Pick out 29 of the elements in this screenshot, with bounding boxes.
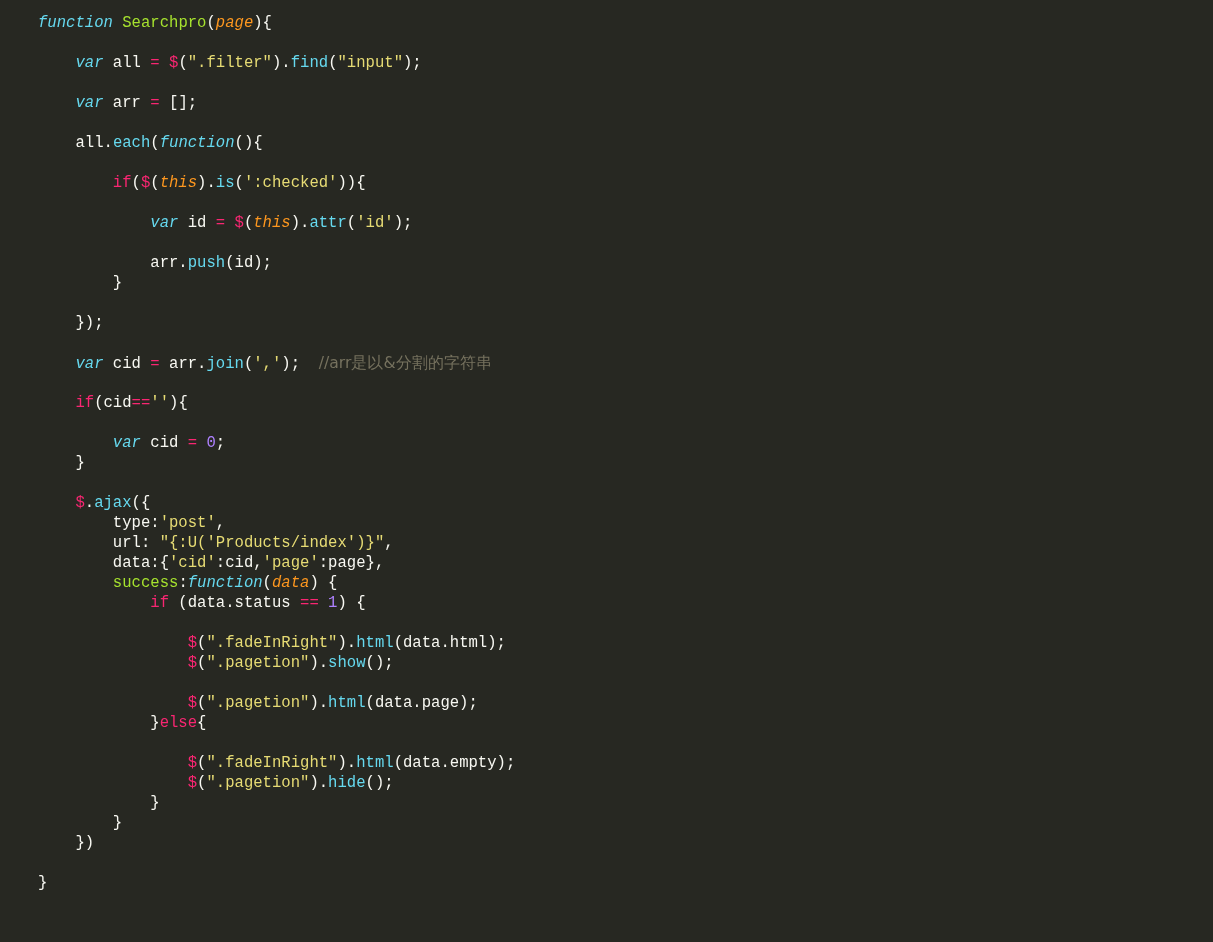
code-line: }: [149, 793, 160, 813]
code-line: var cid = 0;: [111, 433, 226, 453]
code-line: var cid = arr.join(','); //arr是以&分割的字符串: [74, 353, 492, 373]
code-line: }: [111, 273, 123, 293]
code-line: }else{: [149, 713, 207, 733]
code-line: function Searchpro(page){: [38, 13, 272, 33]
code-line: var all = $(".filter").find("input");: [74, 53, 422, 73]
code-line: $.ajax({: [74, 493, 151, 513]
code-line: var id = $(this).attr('id');: [149, 213, 413, 233]
code-line: $(".pagetion").show();: [186, 653, 394, 673]
code-line: if($(this).is(':checked')){: [111, 173, 366, 193]
code-line: }): [74, 833, 95, 853]
code-line: type:'post',: [111, 513, 226, 533]
code-line: if (data.status == 1) {: [149, 593, 366, 613]
code-line: $(".fadeInRight").html(data.empty);: [186, 753, 516, 773]
code-line: $(".fadeInRight").html(data.html);: [186, 633, 506, 653]
code-line: if(cid==''){: [74, 393, 188, 413]
code-line: $(".pagetion").html(data.page);: [186, 693, 478, 713]
code-line: }: [111, 813, 123, 833]
code-line: data:{'cid':cid,'page':page},: [111, 553, 385, 573]
code-line: }: [74, 453, 85, 473]
code-line: arr.push(id);: [149, 253, 272, 273]
code-line: all.each(function(){: [74, 133, 263, 153]
code-line: $(".pagetion").hide();: [186, 773, 394, 793]
code-line: var arr = [];: [74, 93, 198, 113]
code-line: url: "{:U('Products/index')}",: [111, 533, 394, 553]
code-line: success:function(data) {: [111, 573, 338, 593]
code-line: }: [38, 873, 48, 893]
code-line: });: [74, 313, 104, 333]
